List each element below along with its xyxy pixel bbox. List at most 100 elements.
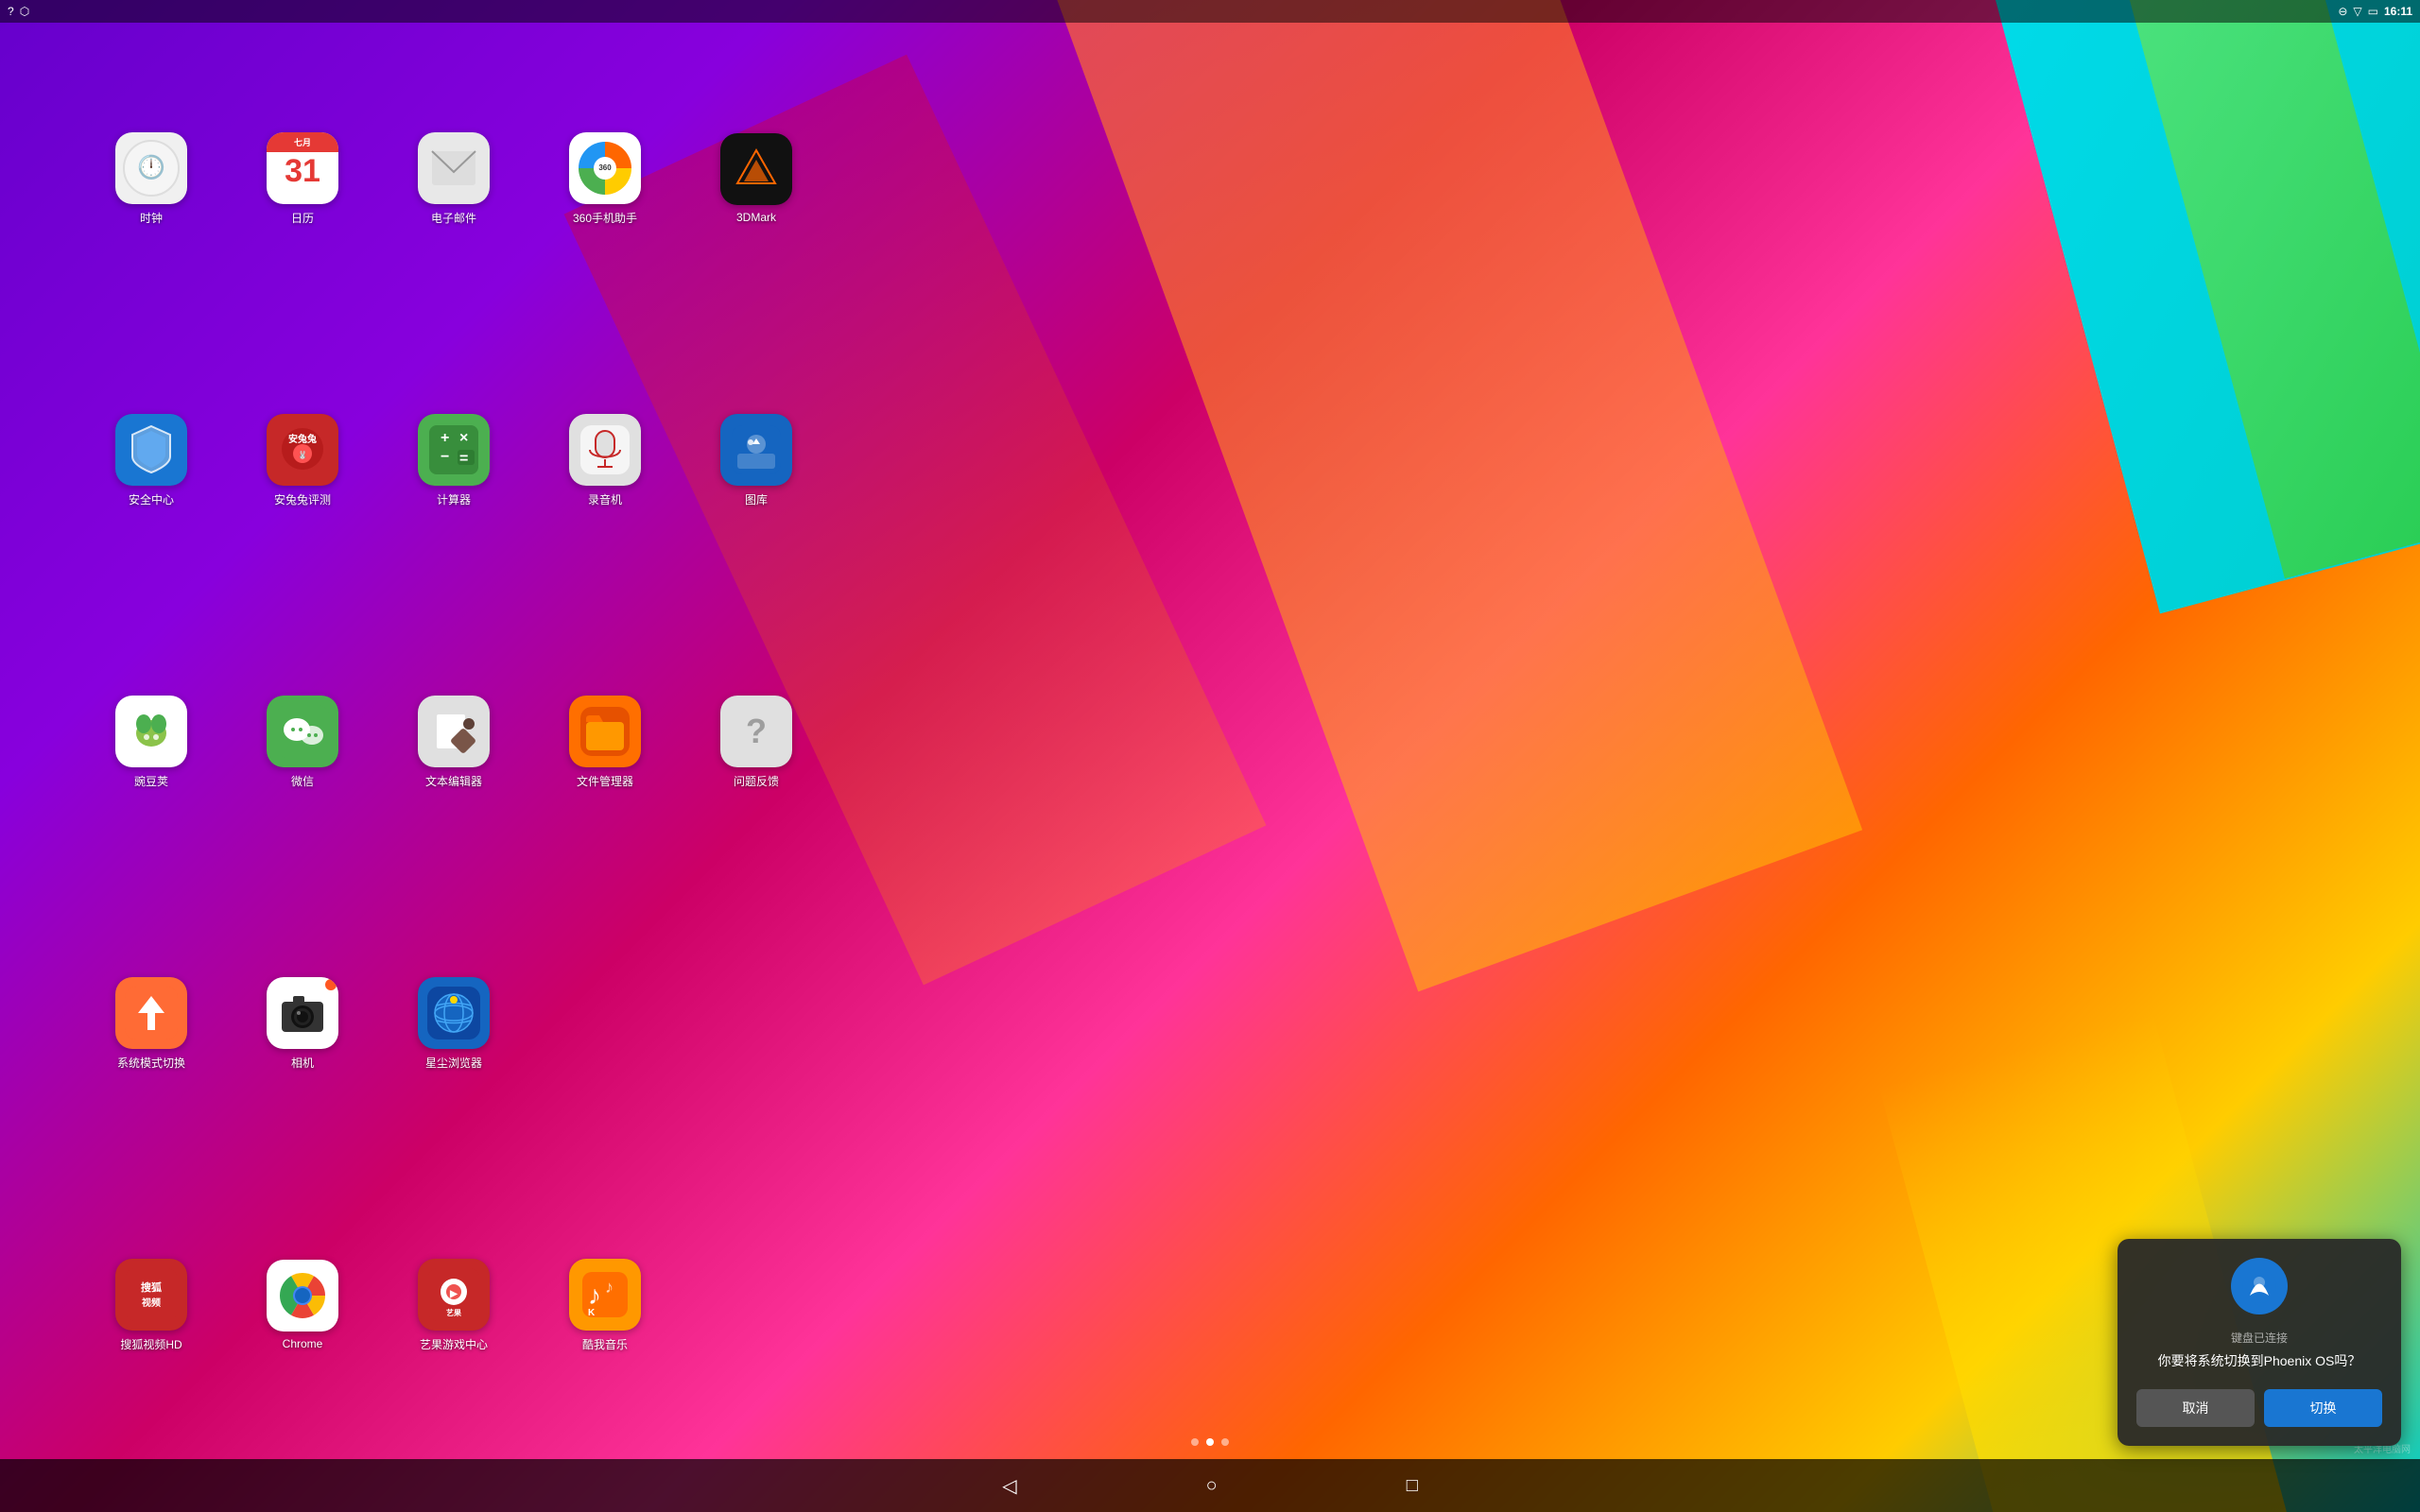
svg-text:搜狐: 搜狐 [141,1280,162,1294]
app-filemanager[interactable]: 文件管理器 [529,696,681,789]
question-icon: ? [8,5,14,18]
app-feedback[interactable]: ? 问题反馈 [681,696,832,789]
svg-text:−: − [441,449,449,465]
back-button[interactable]: ◁ [1002,1474,1016,1498]
app-calendar[interactable]: 七月 31 日历 [227,132,378,226]
app-starbrowser[interactable]: 星尘浏览器 [378,977,529,1071]
editor-icon [418,696,490,767]
clock-label: 时钟 [140,210,163,226]
app-row-5: 搜狐 视频 搜狐视频HD [76,1164,2344,1446]
app-gallery[interactable]: 图库 [681,414,832,507]
app-grid: 🕛 时钟 七月 31 日历 电子邮件 [0,28,2420,1455]
recorder-icon [569,414,641,486]
svg-text:=: = [459,451,468,467]
app-360-icon: 360 [569,132,641,204]
app-row-2: 安全中心 安兔兔 🐰 安兔兔评测 + × − [76,319,2344,601]
app-3dmark[interactable]: 3DMark [681,133,832,224]
app-wandoujia[interactable]: 豌豆荚 [76,696,227,789]
app-sohu[interactable]: 搜狐 视频 搜狐视频HD [76,1259,227,1352]
app-row-3: 豌豆荚 微信 [76,601,2344,883]
svg-text:×: × [459,430,468,446]
app-antutu[interactable]: 安兔兔 🐰 安兔兔评测 [227,414,378,507]
svg-text:安兔兔: 安兔兔 [288,433,317,445]
camera-icon [267,977,338,1049]
status-bar: ? ⬡ ⊖ ▽ ▭ 16:11 [0,0,2420,23]
android-icon: ⬡ [20,5,29,18]
svg-text:视频: 视频 [142,1297,161,1309]
filemanager-icon [569,696,641,767]
sysmode-label: 系统模式切换 [117,1055,185,1071]
app-360-label: 360手机助手 [573,210,637,226]
svg-text:▶: ▶ [449,1289,458,1299]
home-button[interactable]: ○ [1206,1475,1218,1497]
dialog-confirm-button[interactable]: 切换 [2264,1389,2382,1427]
svg-text:🐰: 🐰 [298,450,307,459]
chrome-icon [267,1260,338,1332]
dialog-cancel-button[interactable]: 取消 [2136,1389,2255,1427]
app-recorder[interactable]: 录音机 [529,414,681,507]
dialog-icon-area [2136,1258,2382,1314]
app-clock[interactable]: 🕛 时钟 [76,132,227,226]
game-label: 艺果游戏中心 [420,1336,488,1352]
camera-label: 相机 [291,1055,314,1071]
camera-notif-dot [325,979,337,990]
status-right: ⊖ ▽ ▭ 16:11 [2338,5,2412,18]
app-game[interactable]: ▶ 艺果 艺果游戏中心 [378,1259,529,1352]
dialog-title: 键盘已连接 [2136,1330,2382,1346]
dialog-message: 你要将系统切换到Phoenix OS吗？ [2136,1351,2382,1370]
gallery-label: 图库 [745,491,768,507]
filemanager-label: 文件管理器 [577,773,633,789]
app-security[interactable]: 安全中心 [76,414,227,507]
kuwo-label: 酷我音乐 [582,1336,628,1352]
recent-button[interactable]: □ [1407,1475,1418,1497]
app-kuwo[interactable]: ♪ ♪ K 酷我音乐 [529,1259,681,1352]
page-dot-3[interactable] [1221,1438,1229,1446]
app-chrome[interactable]: Chrome [227,1260,378,1350]
antutu-icon: 安兔兔 🐰 [267,414,338,486]
app-wechat[interactable]: 微信 [227,696,378,789]
browser-label: 星尘浏览器 [425,1055,482,1071]
antutu-label: 安兔兔评测 [274,491,331,507]
feedback-icon: ? [720,696,792,767]
app-texteditor[interactable]: 文本编辑器 [378,696,529,789]
calendar-icon: 七月 31 [267,132,338,204]
3dmark-icon [720,133,792,205]
page-dot-2[interactable] [1206,1438,1214,1446]
email-label: 电子邮件 [431,210,476,226]
app-360[interactable]: 360 360手机助手 [529,132,681,226]
phoenix-os-icon [2231,1258,2288,1314]
dialog-buttons: 取消 切换 [2136,1389,2382,1427]
minus-circle-icon: ⊖ [2338,5,2347,18]
calculator-label: 计算器 [437,491,471,507]
svg-text:?: ? [746,712,767,750]
3dmark-label: 3DMark [736,211,776,224]
wifi-icon: ▽ [2353,5,2361,18]
email-icon [418,132,490,204]
chrome-label: Chrome [283,1337,323,1350]
wechat-label: 微信 [291,773,314,789]
wandoujia-label: 豌豆荚 [134,773,168,789]
app-email[interactable]: 电子邮件 [378,132,529,226]
sysmode-icon [115,977,187,1049]
svg-text:♪: ♪ [605,1278,614,1297]
recorder-label: 录音机 [588,491,622,507]
svg-text:♪: ♪ [588,1280,601,1310]
feedback-label: 问题反馈 [734,773,779,789]
time-display: 16:11 [2384,5,2412,18]
page-dot-1[interactable] [1191,1438,1199,1446]
security-label: 安全中心 [129,491,174,507]
nav-bar: ◁ ○ □ [0,1459,2420,1512]
svg-text:K: K [588,1308,596,1318]
app-calculator[interactable]: + × − = 计算器 [378,414,529,507]
page-dots [1191,1438,1229,1446]
game-icon: ▶ 艺果 [418,1259,490,1331]
gallery-icon [720,414,792,486]
browser-icon [418,977,490,1049]
security-icon [115,414,187,486]
app-sysmode[interactable]: 系统模式切换 [76,977,227,1071]
kuwo-icon: ♪ ♪ K [569,1259,641,1331]
battery-icon: ▭ [2368,5,2378,18]
clock-icon: 🕛 [115,132,187,204]
editor-label: 文本编辑器 [425,773,482,789]
app-camera[interactable]: 相机 [227,977,378,1071]
